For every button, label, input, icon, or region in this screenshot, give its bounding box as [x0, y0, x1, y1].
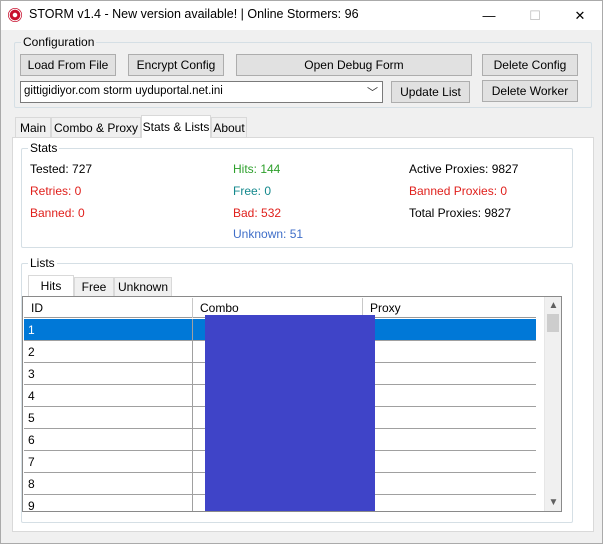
- stat-bad: Bad: 532: [233, 206, 282, 220]
- tab-main[interactable]: Main: [15, 117, 51, 137]
- row-id-cell: 7: [24, 451, 193, 473]
- subtab-hits[interactable]: Hits: [28, 275, 74, 296]
- tab-combo-proxy[interactable]: Combo & Proxy: [51, 117, 141, 137]
- tab-stats-lists[interactable]: Stats & Lists: [141, 115, 211, 138]
- close-button[interactable]: ✕: [557, 1, 603, 30]
- stat-total-proxies: Total Proxies: 9827: [409, 206, 512, 220]
- column-header-proxy[interactable]: Proxy: [363, 298, 536, 318]
- stat-banned-proxies: Banned Proxies: 0: [409, 184, 508, 198]
- row-id-cell: 5: [24, 407, 193, 429]
- row-id-cell: 4: [24, 385, 193, 407]
- stats-group-label: Stats: [28, 141, 60, 155]
- row-id-cell: 2: [24, 341, 193, 363]
- delete-config-button[interactable]: Delete Config: [482, 54, 578, 76]
- storm-logo-icon: [8, 8, 22, 22]
- row-id-cell: 8: [24, 473, 193, 495]
- scroll-up-icon[interactable]: ▲: [545, 297, 561, 314]
- row-id-cell: 6: [24, 429, 193, 451]
- scroll-down-icon[interactable]: ▼: [545, 494, 561, 511]
- load-from-file-button[interactable]: Load From File: [20, 54, 116, 76]
- grid-body: ID Combo Proxy 1 2 3 4 5 6 7 8 9: [24, 298, 536, 511]
- row-id-cell: 9: [24, 495, 193, 511]
- app-window: STORM v1.4 - New version available! | On…: [0, 0, 603, 544]
- encrypt-config-button[interactable]: Encrypt Config: [128, 54, 224, 76]
- open-debug-form-button[interactable]: Open Debug Form: [236, 54, 472, 76]
- title-bar: STORM v1.4 - New version available! | On…: [1, 1, 602, 30]
- chevron-down-icon[interactable]: ﹀: [367, 84, 378, 100]
- update-list-button[interactable]: Update List: [391, 81, 470, 103]
- delete-worker-button[interactable]: Delete Worker: [482, 80, 578, 102]
- grid-scrollbar[interactable]: ▲ ▼: [544, 297, 561, 511]
- configuration-group-label: Configuration: [21, 35, 97, 49]
- stat-tested: Tested: 727: [30, 162, 93, 176]
- row-id-cell: 1: [24, 319, 193, 341]
- subtab-free[interactable]: Free: [74, 277, 114, 296]
- stat-banned: Banned: 0: [30, 206, 85, 220]
- lists-group-label: Lists: [28, 256, 57, 270]
- stat-unknown: Unknown: 51: [233, 227, 304, 241]
- column-header-id[interactable]: ID: [24, 298, 193, 318]
- row-id-cell: 3: [24, 363, 193, 385]
- stat-free: Free: 0: [233, 184, 272, 198]
- stats-group: Stats Tested: 727 Retries: 0 Banned: 0 H…: [21, 141, 573, 248]
- config-select[interactable]: gittigidiyor.com storm uyduportal.net.in…: [20, 81, 383, 103]
- tab-about[interactable]: About: [211, 117, 247, 137]
- redacted-combo-block: [205, 315, 375, 511]
- stat-active-proxies: Active Proxies: 9827: [409, 162, 519, 176]
- subtab-unknown[interactable]: Unknown: [114, 277, 172, 296]
- config-select-value: gittigidiyor.com storm uyduportal.net.in…: [24, 85, 223, 97]
- results-grid[interactable]: ID Combo Proxy 1 2 3 4 5 6 7 8 9 ▲ ▼: [22, 296, 562, 512]
- stat-retries: Retries: 0: [30, 184, 82, 198]
- maximize-button[interactable]: ☐: [512, 1, 558, 30]
- stat-hits: Hits: 144: [233, 162, 281, 176]
- scroll-thumb[interactable]: [547, 314, 559, 332]
- window-title: STORM v1.4 - New version available! | On…: [29, 7, 359, 21]
- minimize-button[interactable]: —: [466, 1, 512, 30]
